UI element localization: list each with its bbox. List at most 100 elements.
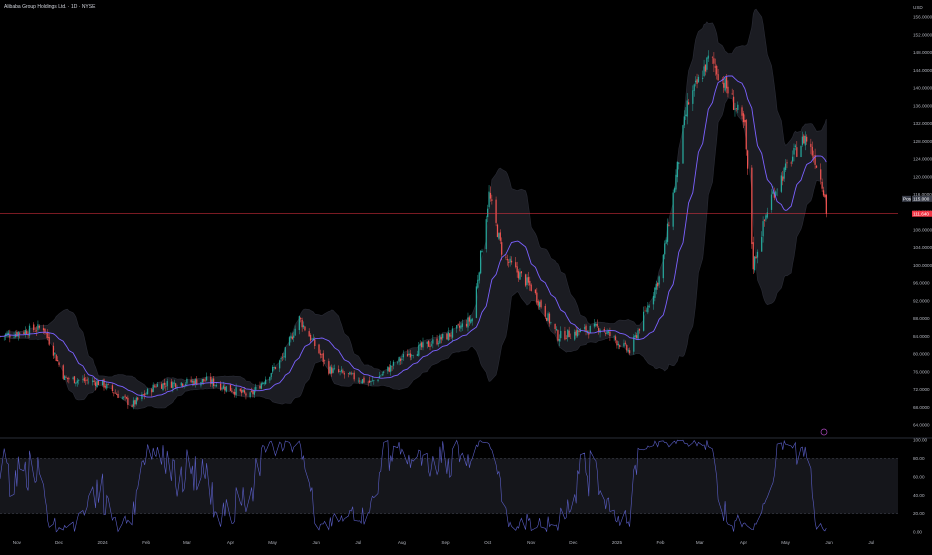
candle-body bbox=[274, 367, 277, 369]
candle-body bbox=[450, 335, 452, 337]
candle-body bbox=[609, 331, 611, 337]
candle bbox=[318, 343, 320, 355]
candle-body bbox=[662, 254, 664, 279]
candle-body bbox=[810, 143, 812, 147]
candle-body bbox=[741, 107, 743, 116]
candle-body bbox=[458, 325, 461, 328]
candle-body bbox=[250, 390, 253, 392]
candle-body bbox=[363, 377, 365, 383]
candle bbox=[752, 236, 754, 275]
candle-body bbox=[794, 145, 797, 147]
candle-body bbox=[657, 282, 659, 287]
candle-body bbox=[294, 328, 296, 336]
candle-body bbox=[124, 395, 126, 397]
candle-body bbox=[170, 381, 173, 388]
candle-body bbox=[495, 199, 497, 223]
candle-body bbox=[291, 336, 293, 340]
candle-body bbox=[508, 261, 510, 263]
oscillator-tick-label: 20.00 bbox=[913, 511, 925, 516]
candle-body bbox=[578, 330, 580, 332]
candle-body bbox=[678, 162, 680, 164]
candle-body bbox=[607, 331, 610, 333]
oscillator-tick-label: 0.00 bbox=[913, 530, 922, 535]
candle-body bbox=[568, 330, 570, 338]
candle-body bbox=[772, 191, 774, 194]
candle-body bbox=[475, 286, 478, 318]
candle-body bbox=[302, 325, 305, 328]
candle-body bbox=[332, 368, 334, 373]
candle-body bbox=[711, 57, 714, 58]
prev-close-label: 115.000 bbox=[913, 196, 930, 201]
chart-root[interactable]: 156.0000 152.0000 148.0000 144.0000 140.0000… bbox=[0, 0, 932, 550]
candle-body bbox=[162, 383, 164, 391]
candle-body bbox=[239, 388, 241, 391]
candle-body bbox=[744, 119, 746, 123]
candle-body bbox=[182, 383, 184, 387]
candle-body bbox=[752, 242, 754, 270]
candle-body bbox=[763, 219, 766, 221]
candle-body bbox=[702, 77, 704, 79]
candle-body bbox=[616, 340, 618, 346]
candle-body bbox=[144, 393, 146, 396]
candle-body bbox=[780, 175, 782, 192]
price-tick-label: 88.0000 bbox=[913, 316, 930, 321]
candle-body bbox=[534, 289, 537, 294]
candle-body bbox=[716, 65, 718, 75]
candle-body bbox=[92, 380, 94, 383]
candle-body bbox=[426, 341, 428, 344]
candle-body bbox=[575, 330, 577, 336]
candle-body bbox=[166, 381, 168, 387]
oscillator-tick-label: 40.00 bbox=[913, 493, 925, 498]
candle-body bbox=[803, 135, 805, 144]
candle bbox=[633, 333, 635, 355]
price-tick-label: 120.0000 bbox=[913, 174, 932, 179]
candle-body bbox=[34, 330, 36, 332]
candle-body bbox=[342, 370, 344, 373]
candle-body bbox=[589, 325, 591, 334]
candle-body bbox=[111, 385, 114, 391]
candle-body bbox=[706, 57, 708, 70]
candle-body bbox=[664, 243, 666, 255]
price-tick-label: 148.0000 bbox=[913, 50, 932, 55]
candle-body bbox=[368, 380, 371, 383]
candle-body bbox=[436, 338, 438, 345]
candle-body bbox=[687, 102, 690, 105]
candle-body bbox=[546, 317, 548, 321]
candle-body bbox=[24, 330, 26, 335]
candle-body bbox=[676, 161, 678, 178]
price-chart[interactable]: 156.0000 152.0000 148.0000 144.0000 140.0000… bbox=[0, 0, 932, 550]
candle-body bbox=[457, 324, 459, 325]
candle-body bbox=[145, 393, 147, 395]
candle-body bbox=[623, 343, 625, 347]
candle-body bbox=[547, 313, 549, 321]
candle-body bbox=[234, 391, 236, 395]
candle-body bbox=[97, 380, 100, 386]
candle-body bbox=[692, 90, 694, 104]
candle-body bbox=[381, 374, 383, 376]
candle-body bbox=[155, 386, 157, 388]
candle-body bbox=[220, 383, 222, 390]
candle-body bbox=[242, 389, 244, 392]
candle-body bbox=[790, 162, 792, 164]
candle-body bbox=[451, 328, 454, 338]
candle-body bbox=[390, 365, 392, 372]
candle-body bbox=[737, 104, 739, 110]
candle-body bbox=[23, 332, 25, 334]
candle-body bbox=[724, 78, 726, 91]
time-axis[interactable]: Nov Dec 2024 Feb Mar Apr May Jun Jul Aug Sep Oct Nov… bbox=[13, 540, 874, 545]
candle-body bbox=[56, 359, 59, 362]
candle-body bbox=[697, 76, 700, 83]
candle-body bbox=[416, 354, 419, 357]
candle-body bbox=[280, 358, 282, 360]
candle-body bbox=[731, 93, 733, 95]
candle-body bbox=[73, 376, 76, 384]
candle-body bbox=[732, 96, 735, 110]
candle-body bbox=[117, 393, 119, 398]
candle-body bbox=[723, 82, 725, 88]
candle-body bbox=[290, 335, 292, 338]
candle-body bbox=[564, 330, 566, 340]
candle-body bbox=[624, 342, 627, 344]
candle-body bbox=[64, 375, 66, 380]
time-tick-label: Oct bbox=[484, 540, 492, 545]
candle-body bbox=[241, 390, 243, 394]
